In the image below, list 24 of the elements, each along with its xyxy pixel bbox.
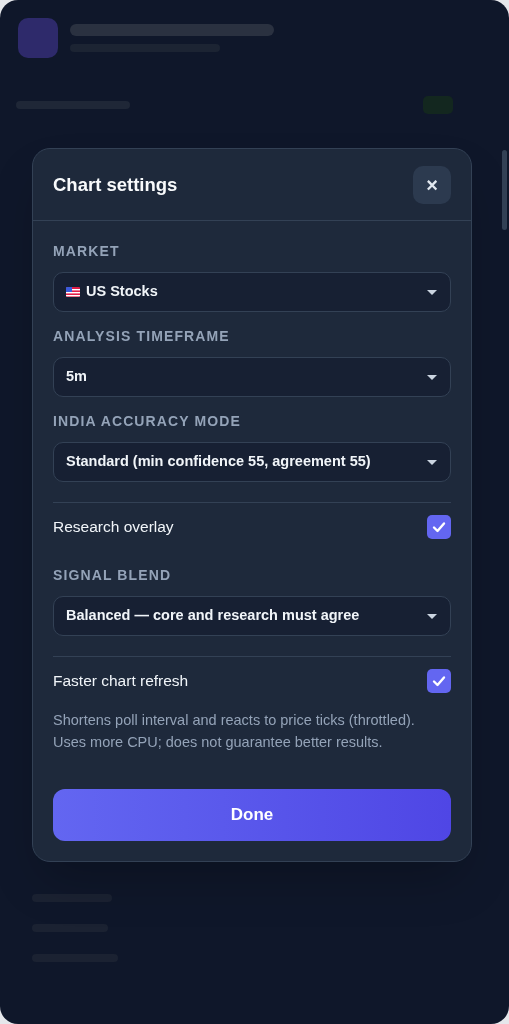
caret-icon	[426, 458, 438, 466]
checkmark-icon	[431, 519, 447, 535]
dropdown[interactable]: 5m	[53, 357, 451, 397]
caret-icon	[426, 612, 438, 620]
field-label: ANALYSIS TIMEFRAME	[53, 327, 231, 346]
field-label: SIGNAL BLEND	[53, 566, 173, 585]
done-button[interactable]: Done	[53, 789, 451, 841]
dropdown[interactable]: US Stocks	[53, 272, 451, 312]
dropdown[interactable]: Balanced — core and research must agree	[53, 596, 451, 636]
caret-icon	[426, 373, 438, 381]
dropdown[interactable]: Standard (min confidence 55, agreement 55)	[53, 442, 451, 482]
help-text: Shortens poll interval and reacts to price ticks (throttled). Uses more CPU; does not guarantee better results.	[53, 711, 416, 752]
checkbox[interactable]	[427, 515, 451, 539]
option-label: Research overlay	[53, 517, 174, 538]
flag-icon	[66, 287, 80, 297]
field-label: MARKET	[53, 242, 121, 261]
field-label: INDIA ACCURACY MODE	[53, 412, 242, 431]
close-button[interactable]: ×	[413, 165, 451, 204]
option-label: Faster chart refresh	[53, 671, 189, 692]
checkbox[interactable]	[427, 669, 451, 693]
checkmark-icon	[431, 673, 447, 689]
caret-icon	[426, 288, 438, 296]
avatar-tile	[18, 18, 58, 58]
dialog-title: Chart settings	[53, 172, 178, 197]
